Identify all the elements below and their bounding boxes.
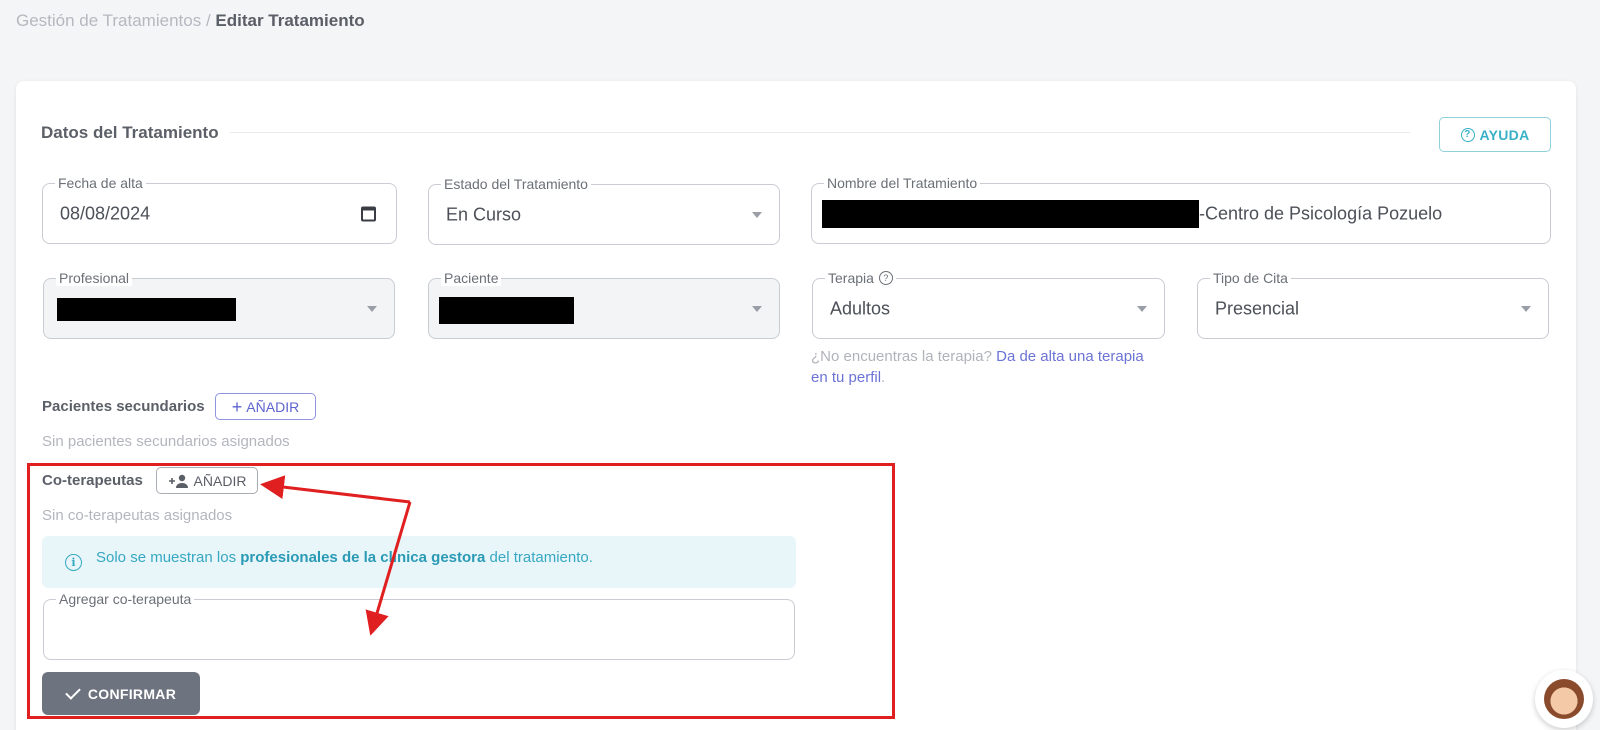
info-suffix: del tratamiento. <box>485 549 593 566</box>
tipo-cita-value: Presencial <box>1215 298 1300 318</box>
chevron-down-icon <box>752 211 762 218</box>
secondary-patients-empty: Sin pacientes secundarios asignados <box>42 433 290 450</box>
info-icon: i <box>65 554 82 571</box>
chevron-down-icon <box>367 305 377 312</box>
co-therapists-title: Co-terapeutas <box>42 472 143 489</box>
terapia-select[interactable]: Terapia ? Adultos <box>812 270 1165 339</box>
terapia-hint-end: . <box>881 369 886 386</box>
redacted-paciente <box>439 297 574 324</box>
plus-icon: + <box>231 396 243 417</box>
add-person-icon <box>168 474 188 488</box>
confirm-button[interactable]: CONFIRMAR <box>42 672 200 715</box>
info-alert: i Solo se muestran los profesionales de … <box>42 536 796 588</box>
estado-value: En Curso <box>446 204 522 224</box>
add-co-therapist-input[interactable]: Agregar co-terapeuta <box>43 591 795 660</box>
chevron-down-icon <box>1521 305 1531 312</box>
avatar-face-icon <box>1544 679 1584 719</box>
check-icon <box>65 683 81 700</box>
info-prefix: Solo se muestran los <box>96 549 241 566</box>
profesional-select: Profesional <box>43 270 395 339</box>
estado-select[interactable]: Estado del Tratamiento En Curso <box>428 176 780 245</box>
redacted-profesional <box>57 298 236 321</box>
profesional-label: Profesional <box>56 270 133 286</box>
add-co-therapist-label: AÑADIR <box>193 472 247 489</box>
info-bold: profesionales de la clínica gestora <box>240 549 486 566</box>
confirm-label: CONFIRMAR <box>87 685 177 702</box>
estado-label: Estado del Tratamiento <box>441 176 591 192</box>
breadcrumb: Gestión de Tratamientos / Editar Tratami… <box>16 11 365 31</box>
add-co-therapist-field-label: Agregar co-terapeuta <box>56 591 195 607</box>
terapia-legend: Terapia ? <box>825 270 896 286</box>
terapia-help-icon[interactable]: ? <box>878 271 893 285</box>
help-icon: ? <box>1460 127 1475 142</box>
calendar-icon[interactable] <box>361 206 376 221</box>
section-divider <box>230 132 1410 133</box>
add-secondary-patient-button[interactable]: + AÑADIR <box>215 393 316 420</box>
add-co-therapist-button[interactable]: AÑADIR <box>156 467 258 494</box>
paciente-label: Paciente <box>441 270 502 286</box>
nombre-label: Nombre del Tratamiento <box>824 175 981 191</box>
co-therapists-empty: Sin co-terapeutas asignados <box>42 507 233 524</box>
redacted-name <box>822 200 1199 228</box>
breadcrumb-current: Editar Tratamiento <box>215 11 365 30</box>
info-text: Solo se muestran los profesionales de la… <box>96 549 593 566</box>
help-label: AYUDA <box>1479 126 1530 143</box>
nombre-value-suffix: -Centro de Psicología Pozuelo <box>1199 203 1443 223</box>
terapia-hint: ¿No encuentras la terapia? Da de alta un… <box>811 346 1161 388</box>
breadcrumb-parent[interactable]: Gestión de Tratamientos <box>16 11 201 30</box>
fecha-alta-field[interactable]: Fecha de alta 08/08/2024 <box>42 175 397 244</box>
assistant-avatar[interactable] <box>1535 670 1593 728</box>
fecha-alta-value: 08/08/2024 <box>60 203 151 223</box>
chevron-down-icon <box>752 305 762 312</box>
paciente-select: Paciente <box>428 270 780 339</box>
nombre-field[interactable]: Nombre del Tratamiento -Centro de Psicol… <box>811 175 1551 244</box>
terapia-hint-text: ¿No encuentras la terapia? <box>811 348 997 365</box>
add-secondary-label: AÑADIR <box>246 398 300 415</box>
tipo-cita-select[interactable]: Tipo de Cita Presencial <box>1197 270 1549 339</box>
fecha-alta-label: Fecha de alta <box>55 175 146 191</box>
section-title: Datos del Tratamiento <box>41 123 219 142</box>
terapia-value: Adultos <box>830 298 891 318</box>
help-button[interactable]: ? AYUDA <box>1439 117 1551 152</box>
tipo-cita-label: Tipo de Cita <box>1210 270 1291 286</box>
breadcrumb-separator: / <box>201 11 216 30</box>
secondary-patients-title: Pacientes secundarios <box>42 398 205 415</box>
chevron-down-icon <box>1137 305 1147 312</box>
terapia-label: Terapia <box>828 270 874 286</box>
